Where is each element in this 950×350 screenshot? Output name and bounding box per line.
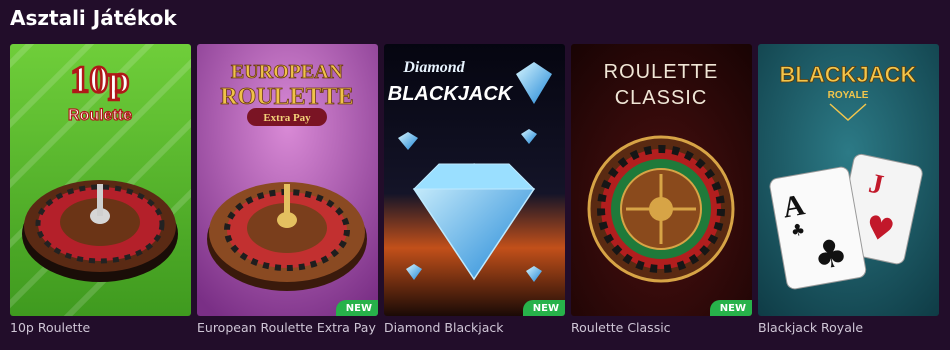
game-art-blackjack-royale: BLACKJACK ROYALE J ♥ A ♣ ♣ — [758, 44, 939, 316]
game-title[interactable]: Blackjack Royale — [758, 320, 943, 335]
art-title-2: BLACKJACK — [388, 83, 514, 105]
art-title-1: ROULETTE — [604, 61, 719, 83]
game-title[interactable]: 10p Roulette — [10, 320, 195, 335]
art-title-1: BLACKJACK — [780, 62, 917, 87]
art-title-2: CLASSIC — [615, 87, 708, 109]
game-title[interactable]: Roulette Classic — [571, 320, 756, 335]
art-title-2: ROULETTE — [220, 84, 353, 110]
new-badge: NEW — [522, 300, 565, 316]
new-badge: NEW — [335, 300, 378, 316]
game-art-european-roulette: EUROPEAN ROULETTE Extra Pay — [197, 44, 378, 316]
game-title[interactable]: European Roulette Extra Pay — [197, 320, 382, 335]
new-badge: NEW — [709, 300, 752, 316]
art-title-2: Roulette — [68, 107, 132, 124]
art-subtitle: Extra Pay — [263, 112, 311, 124]
art-title-1: Diamond — [402, 59, 465, 76]
game-tile-blackjack-royale[interactable]: BLACKJACK ROYALE J ♥ A ♣ ♣ — [758, 44, 939, 316]
game-art-roulette-classic: ROULETTE CLASSIC — [571, 44, 752, 316]
game-tile-diamond-blackjack[interactable]: Diamond BLACKJACK NEW — [384, 44, 565, 316]
game-title[interactable]: Diamond Blackjack — [384, 320, 569, 335]
game-tile-european-roulette[interactable]: EUROPEAN ROULETTE Extra Pay NEW — [197, 44, 378, 316]
art-title-1: 10p — [70, 59, 129, 101]
section-title: Asztali Játékok — [10, 6, 177, 30]
game-art-10p-roulette: 10p Roulette — [10, 44, 191, 316]
game-tile-roulette-classic[interactable]: ROULETTE CLASSIC NEW — [571, 44, 752, 316]
game-tile-10p-roulette[interactable]: 10p Roulette — [10, 44, 191, 316]
art-title-1: EUROPEAN — [231, 61, 344, 83]
game-art-diamond-blackjack: Diamond BLACKJACK — [384, 44, 565, 316]
art-title-2: ROYALE — [828, 90, 869, 101]
